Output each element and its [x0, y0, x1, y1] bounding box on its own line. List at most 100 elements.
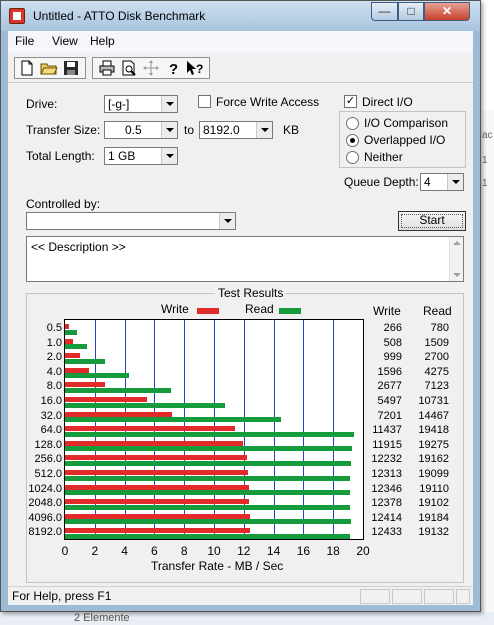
minimize-button[interactable]: —: [371, 2, 398, 21]
new-file-icon: [21, 60, 33, 76]
new-file-button[interactable]: [17, 59, 37, 77]
x-tick-label: 14: [266, 544, 281, 558]
io-option-label: I/O Comparison: [364, 116, 449, 130]
write-value: 12433: [371, 526, 402, 539]
x-tick-label: 16: [296, 544, 311, 558]
status-pane: [456, 589, 470, 604]
app-icon: [9, 8, 25, 24]
toolbar-file-group: [14, 57, 86, 79]
background-text: 1: [482, 178, 488, 189]
transfer-size-tick: 128.0: [34, 438, 62, 451]
move-button[interactable]: [141, 59, 161, 77]
background-text: ac: [482, 130, 493, 141]
read-value: 7123: [424, 380, 449, 393]
transfer-to-select[interactable]: 8192.0: [199, 121, 273, 139]
chevron-down-icon: [256, 122, 272, 138]
read-value: 10731: [418, 395, 449, 407]
menu-help[interactable]: Help: [90, 34, 115, 48]
kb-label: KB: [283, 123, 300, 137]
toolbar-tools-group: ? ?: [92, 57, 210, 79]
description-scrollbar[interactable]: [449, 237, 463, 281]
x-tick-label: 4: [121, 544, 128, 558]
read-value: 19275: [418, 438, 449, 451]
help-icon: ?: [169, 61, 178, 77]
title-bar[interactable]: Untitled - ATTO Disk Benchmark — □ ✕: [1, 1, 480, 31]
transfer-size-tick: 16.0: [40, 395, 62, 407]
read-value: 2700: [424, 351, 449, 364]
read-value: 19099: [418, 468, 449, 480]
transfer-size-tick: 256.0: [34, 453, 62, 466]
move-icon: [143, 60, 159, 76]
x-tick-label: 18: [326, 544, 340, 558]
save-icon: [64, 61, 78, 75]
menu-bar: File View Help: [8, 31, 473, 53]
description-textarea[interactable]: << Description >>: [26, 236, 464, 282]
neither-radio[interactable]: [346, 151, 359, 164]
read-bar: [65, 504, 350, 510]
write-bar: [65, 426, 236, 432]
status-bar: For Help, press F1: [8, 586, 473, 605]
transfer-from-select[interactable]: 0.5: [104, 121, 178, 139]
open-button[interactable]: [39, 59, 59, 77]
legend-read-label: Read: [245, 302, 274, 316]
write-bar: [65, 367, 89, 373]
close-button[interactable]: ✕: [424, 2, 470, 21]
x-tick-label: 20: [356, 544, 370, 558]
help-button[interactable]: ?: [163, 59, 183, 77]
total-length-select[interactable]: 1 GB: [104, 147, 178, 165]
write-bar: [65, 382, 105, 388]
write-bar: [65, 528, 251, 534]
transfer-size-tick: 32.0: [40, 409, 62, 422]
controlled-by-select[interactable]: [26, 212, 236, 230]
transfer-to-value: 8192.0: [203, 123, 240, 137]
read-bar: [65, 533, 351, 539]
read-value: 19132: [418, 526, 449, 539]
read-bar: [65, 475, 350, 481]
queue-depth-value: 4: [424, 175, 431, 189]
x-tick-label: 0: [61, 544, 69, 558]
print-preview-button[interactable]: [119, 59, 139, 77]
status-pane: [424, 589, 454, 604]
read-value: 14467: [418, 409, 449, 422]
menu-file[interactable]: File: [15, 34, 34, 48]
write-value: 266: [383, 322, 402, 334]
status-text: For Help, press F1: [12, 589, 112, 603]
force-write-checkbox[interactable]: [198, 95, 211, 108]
total-length-value: 1 GB: [108, 149, 136, 163]
chevron-down-icon: [161, 148, 177, 164]
drive-select[interactable]: [-g-]: [104, 95, 178, 113]
status-pane: [392, 589, 422, 604]
write-value: 12346: [371, 482, 402, 495]
transfer-size-tick: 1.0: [46, 336, 62, 349]
write-value: 12414: [371, 511, 402, 524]
start-button[interactable]: Start: [398, 211, 466, 231]
write-bar: [65, 397, 147, 402]
context-help-button[interactable]: ?: [185, 59, 205, 77]
direct-io-checkbox[interactable]: ✓: [344, 95, 357, 108]
read-bar: [65, 460, 351, 466]
chevron-down-icon: [161, 122, 177, 138]
write-bar: [65, 484, 249, 490]
save-button[interactable]: [61, 59, 81, 77]
transfer-size-tick: 64.0: [40, 424, 62, 437]
write-bar: [65, 440, 243, 446]
write-value: 12378: [371, 497, 402, 510]
transfer-size-tick: 1024.0: [28, 482, 62, 495]
print-button[interactable]: [97, 59, 117, 77]
direct-io-label: Direct I/O: [362, 95, 413, 109]
maximize-button[interactable]: □: [398, 2, 424, 21]
read-value: 19184: [418, 511, 449, 524]
menu-view[interactable]: View: [52, 34, 78, 48]
read-value: 19110: [419, 482, 449, 495]
transfer-size-tick: 2.0: [46, 351, 62, 364]
write-value: 1596: [377, 365, 402, 378]
write-value: 12313: [371, 468, 402, 480]
read-bar: [65, 490, 350, 496]
overlapped-io-radio[interactable]: [346, 134, 359, 147]
write-value: 7201: [377, 409, 402, 422]
queue-depth-select[interactable]: 4: [420, 173, 464, 191]
transfer-size-tick: 0.5: [46, 322, 62, 334]
maximize-icon: □: [407, 4, 415, 18]
minimize-icon: —: [378, 4, 391, 18]
io-comparison-radio[interactable]: [346, 117, 359, 130]
